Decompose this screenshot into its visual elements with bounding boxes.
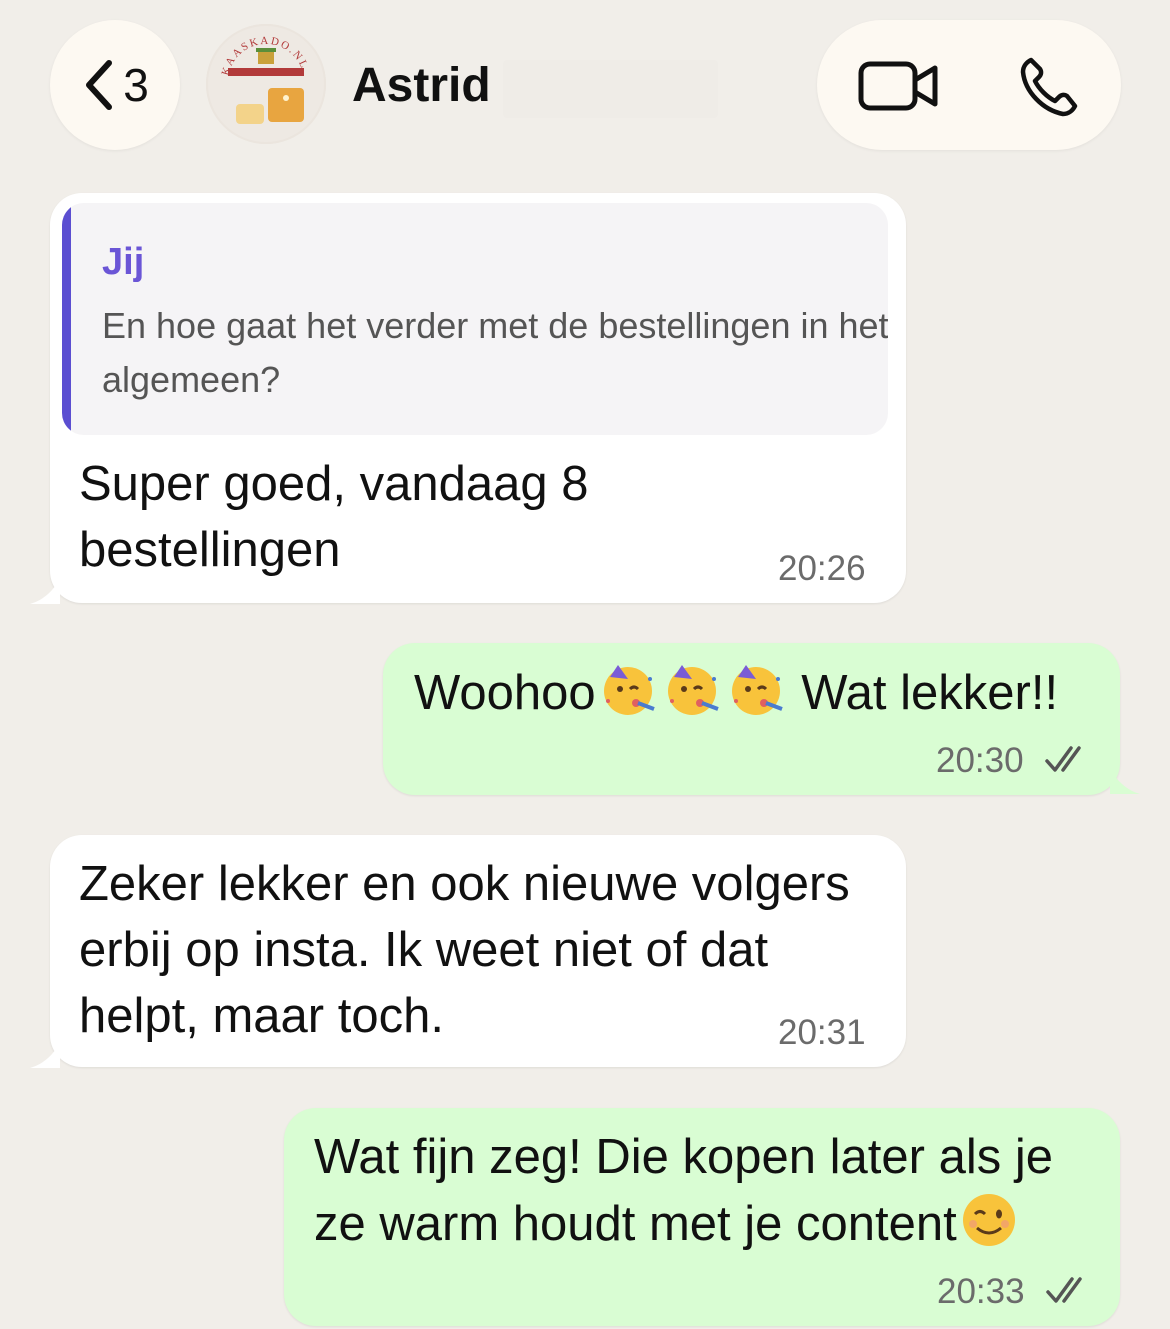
bubble-tail <box>30 1042 60 1068</box>
quoted-message[interactable]: Jij En hoe gaat het verder met de bestel… <box>62 203 888 435</box>
double-check-icon <box>1045 746 1081 772</box>
message-bubble-incoming[interactable]: Jij En hoe gaat het verder met de bestel… <box>50 193 906 603</box>
message-text-line: Wat fijn zeg! Die kopen later als je <box>314 1130 1053 1184</box>
message-text-part: Woohoo <box>414 666 596 720</box>
message-text-part: ze warm houdt met je content <box>314 1197 957 1251</box>
message-text-part: Wat lekker!! <box>787 666 1059 720</box>
message-text-line: Zeker lekker en ook nieuwe volgers <box>79 857 850 911</box>
message-bubble-outgoing[interactable]: Wat fijn zeg! Die kopen later als je ze … <box>284 1108 1120 1326</box>
message-time: 20:31 <box>778 1013 866 1052</box>
message-time: 20:26 <box>778 549 866 588</box>
message-text: Woohoo Wat lekker!! <box>414 659 1058 726</box>
kaaskado-logo-avatar-icon: KAASKADO.NL <box>206 24 326 144</box>
message-bubble-incoming[interactable]: Zeker lekker en ook nieuwe volgers erbij… <box>50 835 906 1067</box>
message-text-line: Super goed, vandaag 8 <box>79 457 589 511</box>
partying-face-emoji-icon <box>731 665 783 715</box>
double-check-icon <box>1046 1277 1082 1303</box>
message-text-line: ze warm houdt met je content <box>314 1190 1021 1257</box>
bubble-tail <box>30 578 60 604</box>
message-bubble-outgoing[interactable]: Woohoo Wat lekker!! 20:30 <box>383 643 1120 795</box>
message-time: 20:33 <box>937 1272 1025 1311</box>
winking-face-emoji-icon <box>962 1194 1015 1246</box>
video-call-icon[interactable] <box>857 58 941 114</box>
message-text-line: bestellingen <box>79 523 341 577</box>
unread-count: 3 <box>123 59 149 111</box>
message-text-line: erbij op insta. Ik weet niet of dat <box>79 923 769 977</box>
partying-face-emoji-icon <box>667 665 719 715</box>
chevron-left-icon <box>86 60 113 110</box>
message-time: 20:30 <box>936 741 1024 780</box>
redacted-name-block <box>503 60 718 118</box>
quote-accent-bar <box>62 203 71 435</box>
message-text-line: helpt, maar toch. <box>79 989 444 1043</box>
call-actions <box>817 20 1121 150</box>
phone-call-icon[interactable] <box>1017 54 1083 120</box>
bubble-tail <box>1110 768 1140 794</box>
contact-name[interactable]: Astrid <box>352 58 491 113</box>
back-button[interactable]: 3 <box>50 20 180 150</box>
quote-author: Jij <box>102 241 145 283</box>
chat-screen: 3 KAASKADO.NL Astrid Jij En hoe gaat het… <box>0 0 1170 1329</box>
partying-face-emoji-icon <box>603 665 655 715</box>
quote-text: En hoe gaat het verder met de bestelling… <box>102 305 888 400</box>
contact-avatar[interactable]: KAASKADO.NL <box>206 24 326 144</box>
